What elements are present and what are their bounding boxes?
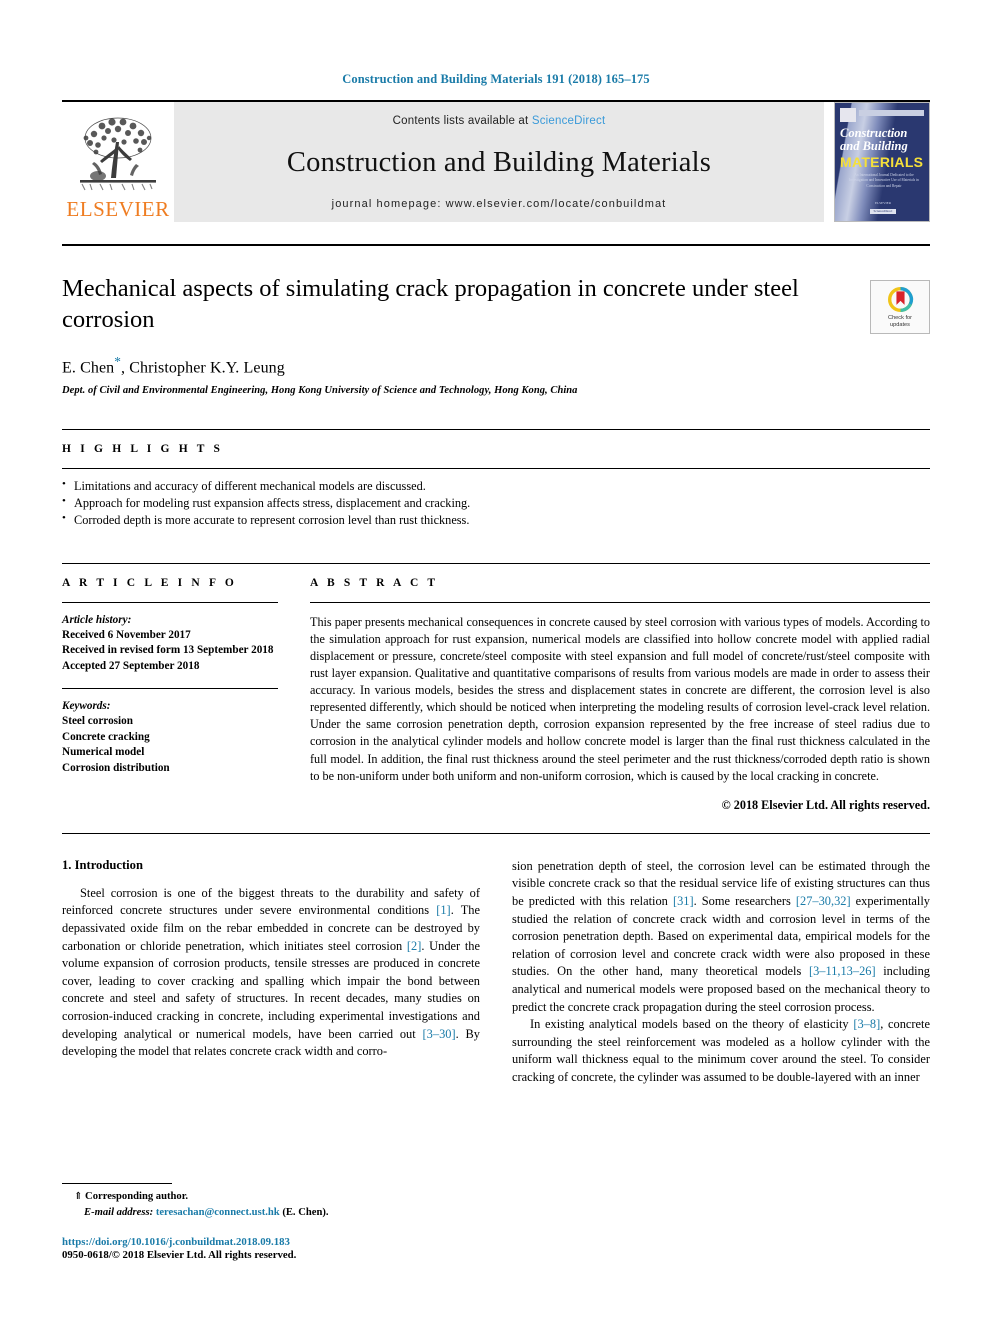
cover-footer-badge: ScienceDirect [870,208,896,214]
doi-block: https://doi.org/10.1016/j.conbuildmat.20… [62,1236,462,1261]
body-column-left: 1. Introduction Steel corrosion is one o… [62,858,480,1087]
article-history-label: Article history: [62,613,132,626]
doi-link[interactable]: https://doi.org/10.1016/j.conbuildmat.20… [62,1236,462,1248]
keyword-item: Numerical model [62,746,145,759]
citation-link[interactable]: [3–11,13–26] [809,964,876,978]
corresponding-author-text: Corresponding author. [85,1191,189,1203]
citation-link[interactable]: [2] [407,939,421,953]
crossmark-label: Check for updates [888,315,912,329]
footnote-block: ⇑ Corresponding author. E-mail address: … [62,1183,462,1261]
citation-link[interactable]: [31] [673,894,694,908]
author-secondary: , Christopher K.Y. Leung [121,359,285,377]
elsevier-wordmark: ELSEVIER [66,197,170,221]
abstract-heading: A B S T R A C T [310,576,439,589]
journal-banner: Contents lists available at ScienceDirec… [174,102,824,222]
cover-blurb: An International Journal Dedicated to th… [849,173,919,188]
article-history-revised: Received in revised form 13 September 20… [62,644,274,657]
abstract-text: This paper presents mechanical consequen… [310,614,930,783]
paragraph-segment: Steel corrosion is one of the biggest th… [62,885,480,918]
crossmark-label-line2: updates [890,321,910,328]
cover-title-line-3: MATERIALS [840,154,924,170]
crossmark-badge[interactable]: Check for updates [870,280,930,334]
article-history-block: Article history: Received 6 November 201… [62,603,278,674]
footnote-divider [62,1183,172,1185]
author-primary: E. Chen [62,359,115,377]
journal-homepage-link[interactable]: journal homepage: www.elsevier.com/locat… [332,198,667,210]
journal-masthead: ELSEVIER Contents lists available at Sci… [62,100,930,222]
citation-link[interactable]: [27–30,32] [796,894,851,908]
elsevier-tree-icon [80,117,156,191]
running-head: Construction and Building Materials 191 … [342,72,650,86]
journal-cover-thumbnail[interactable]: Construction and Building MATERIALS An I… [834,102,930,222]
issn-copyright-line: 0950-0618/© 2018 Elsevier Ltd. All right… [62,1249,297,1261]
title-text-group: Mechanical aspects of simulating crack p… [62,274,870,396]
sciencedirect-link[interactable]: ScienceDirect [532,115,606,127]
corresponding-author-note: ⇑ Corresponding author. [62,1189,462,1205]
paragraph-segment: In existing analytical models based on t… [530,1017,854,1032]
highlights-list: Limitations and accuracy of different me… [62,469,930,530]
list-item: Corroded depth is more accurate to repre… [62,511,930,529]
affiliation: Dept. of Civil and Environmental Enginee… [62,384,578,396]
contents-lists-prefix: Contents lists available at [392,115,532,127]
paragraph: In existing analytical models based on t… [512,1016,930,1086]
corresponding-author-marker[interactable]: * [114,354,121,369]
body-top-divider [62,832,930,834]
keywords-label: Keywords: [62,699,111,712]
title-block: Mechanical aspects of simulating crack p… [62,246,930,396]
list-item: Limitations and accuracy of different me… [62,477,930,495]
citation-link[interactable]: [3–30] [423,1027,456,1041]
keyword-item: Concrete cracking [62,730,150,743]
cover-footer: ELSEVIER ScienceDirect [855,201,911,214]
section-heading-introduction: 1. Introduction [62,857,143,872]
keyword-item: Corrosion distribution [62,761,170,774]
abstract-column: A B S T R A C T This paper presents mech… [310,564,930,813]
email-link[interactable]: teresachan@connect.ust.hk [156,1207,280,1218]
email-owner: (E. Chen). [282,1206,329,1218]
cover-publisher-logo-icon [840,108,856,122]
body-column-right: sion penetration depth of steel, the cor… [512,858,930,1087]
paragraph: Steel corrosion is one of the biggest th… [62,885,480,1061]
crossmark-label-line1: Check for [888,314,912,321]
list-item: Approach for modeling rust expansion aff… [62,494,930,512]
info-abstract-row: A R T I C L E I N F O Article history: R… [62,564,930,813]
citation-link[interactable]: [1] [436,903,450,917]
paragraph: sion penetration depth of steel, the cor… [512,858,930,1016]
paper-page: Construction and Building Materials 191 … [0,0,992,1323]
page-title: Mechanical aspects of simulating crack p… [62,275,799,333]
keyword-item: Steel corrosion [62,715,133,728]
abstract-copyright: © 2018 Elsevier Ltd. All rights reserved… [721,797,930,812]
elsevier-logo: ELSEVIER [62,102,174,222]
article-history-accepted: Accepted 27 September 2018 [62,659,200,672]
contents-lists-line: Contents lists available at ScienceDirec… [393,115,606,127]
email-label: E-mail address: [84,1206,154,1218]
article-history-received: Received 6 November 2017 [62,629,191,642]
article-info-heading: A R T I C L E I N F O [62,576,237,589]
citation-link[interactable]: [3–8] [853,1017,880,1031]
cover-top-bar [859,110,924,116]
body-columns: 1. Introduction Steel corrosion is one o… [62,858,930,1087]
cover-title-line-2: and Building [840,139,908,153]
highlights-heading: H I G H L I G H T S [62,442,224,455]
email-note: E-mail address: teresachan@connect.ust.h… [62,1205,462,1220]
crossmark-icon [887,286,913,312]
keywords-block: Keywords: Steel corrosion Concrete crack… [62,689,278,776]
article-info-column: A R T I C L E I N F O Article history: R… [62,564,310,813]
corresponding-author-arrow-icon: ⇑ [74,1191,83,1203]
journal-title: Construction and Building Materials [286,146,712,178]
paragraph-segment: . Under the volume expansion of corrosio… [62,938,480,1041]
paragraph-segment: . Some researchers [693,893,796,908]
author-list: E. Chen*, Christopher K.Y. Leung [62,354,850,377]
cover-footer-publisher: ELSEVIER [874,201,891,206]
